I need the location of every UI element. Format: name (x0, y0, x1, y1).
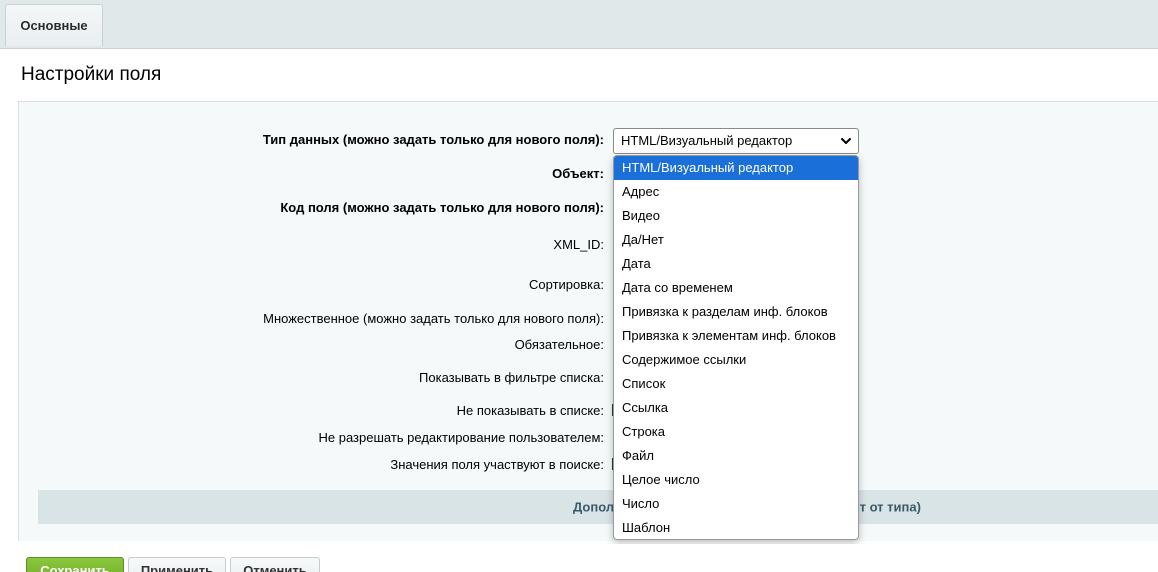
dropdown-option[interactable]: Видео (614, 204, 858, 228)
cancel-button[interactable]: Отменить (230, 557, 320, 572)
dropdown-option[interactable]: Число (614, 492, 858, 516)
dropdown-option[interactable]: Файл (614, 444, 858, 468)
page-root: Основные Настройки поля Тип данных (можн… (0, 0, 1158, 572)
field-label-multiple: Множественное (можно задать только для н… (263, 311, 604, 326)
dropdown-option[interactable]: Привязка к элементам инф. блоков (614, 324, 858, 348)
section-title: Настройки поля (21, 64, 162, 85)
data-type-dropdown: HTML/Визуальный редактор Адрес Видео Да/Нет… (613, 155, 859, 540)
dropdown-option[interactable]: Привязка к разделам инф. блоков (614, 300, 858, 324)
field-label-object: Объект: (552, 166, 604, 181)
dropdown-option[interactable]: Строка (614, 420, 858, 444)
field-label-searchable: Значения поля участвуют в поиске: (390, 457, 604, 472)
field-label-no-edit: Не разрешать редактирование пользователе… (318, 430, 604, 445)
dropdown-option[interactable]: Список (614, 372, 858, 396)
field-label-sort: Сортировка: (529, 277, 604, 292)
chevron-down-icon (841, 138, 851, 144)
dropdown-option[interactable]: Шаблон (614, 516, 858, 539)
field-label-data-type: Тип данных (можно задать только для ново… (262, 132, 604, 147)
dropdown-option[interactable]: Да/Нет (614, 228, 858, 252)
dropdown-option[interactable]: Адрес (614, 180, 858, 204)
dropdown-option[interactable]: Дата (614, 252, 858, 276)
field-label-field-code: Код поля (можно задать только для нового… (280, 200, 604, 215)
data-type-select-value: HTML/Визуальный редактор (621, 133, 793, 148)
dropdown-option[interactable]: Содержимое ссылки (614, 348, 858, 372)
tab-main[interactable]: Основные (5, 4, 103, 46)
field-label-xml-id: XML_ID: (553, 237, 604, 252)
dropdown-option[interactable]: Целое число (614, 468, 858, 492)
dropdown-option[interactable]: Дата со временем (614, 276, 858, 300)
dropdown-option[interactable]: HTML/Визуальный редактор (614, 156, 858, 180)
additional-settings-title-right: ят от типа) (852, 499, 921, 515)
apply-button[interactable]: Применить (128, 557, 226, 572)
data-type-select[interactable]: HTML/Визуальный редактор (613, 128, 859, 154)
additional-settings-title-left: Допол (573, 499, 615, 515)
field-label-show-filter: Показывать в фильтре списка: (419, 370, 604, 385)
field-label-mandatory: Обязательное: (514, 337, 604, 352)
field-label-hide-in-list: Не показывать в списке: (456, 403, 604, 418)
dropdown-option[interactable]: Ссылка (614, 396, 858, 420)
save-button[interactable]: Сохранить (26, 557, 124, 572)
tab-bar: Основные (0, 0, 1158, 49)
